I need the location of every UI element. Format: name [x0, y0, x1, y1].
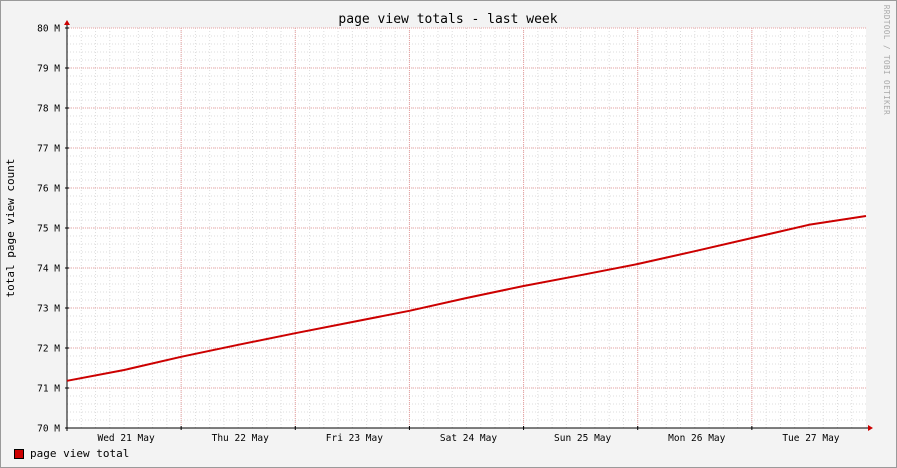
y-axis-label: total page view count — [4, 158, 17, 297]
x-tick-label: Tue 27 May — [782, 433, 839, 444]
y-axis-arrow — [64, 20, 70, 25]
rrdtool-watermark: RRDTOOL / TOBI OETIKER — [882, 5, 891, 115]
legend-swatch — [14, 448, 24, 459]
y-tick-label: 75 M — [37, 224, 60, 235]
x-tick-label: Thu 22 May — [212, 433, 269, 444]
y-tick-label: 76 M — [37, 184, 60, 195]
y-tick-label: 80 M — [37, 24, 60, 35]
y-tick-label: 70 M — [37, 424, 60, 435]
legend: page view total — [14, 447, 129, 460]
y-tick-label: 79 M — [37, 64, 60, 75]
page-view-chart: 70 M 71 M 72 M 73 M 74 M 75 M 76 M 77 M 78 M 79 M… — [4, 5, 891, 444]
x-tick-label: Fri 23 May — [326, 433, 383, 444]
legend-label: page view total — [30, 447, 130, 460]
x-tick-labels: Wed 21 May Thu 22 May Fri 23 May Sat 24 May… — [97, 433, 839, 444]
y-tick-label: 74 M — [37, 264, 60, 275]
x-tick-label: Sat 24 May — [440, 433, 497, 444]
x-axis-arrow — [868, 425, 873, 431]
y-tick-label: 71 M — [37, 384, 60, 395]
y-tick-label: 77 M — [37, 144, 60, 155]
x-tick-label: Sun 25 May — [554, 433, 611, 444]
minor-grid — [67, 28, 866, 428]
y-tick-label: 78 M — [37, 104, 60, 115]
x-tick-label: Mon 26 May — [668, 433, 725, 444]
y-tick-label: 72 M — [37, 344, 60, 355]
y-tick-labels: 70 M 71 M 72 M 73 M 74 M 75 M 76 M 77 M 78 M 79 M… — [37, 24, 60, 435]
y-tick-label: 73 M — [37, 304, 60, 315]
x-tick-label: Wed 21 May — [97, 433, 154, 444]
chart-title: page view totals - last week — [338, 12, 557, 27]
